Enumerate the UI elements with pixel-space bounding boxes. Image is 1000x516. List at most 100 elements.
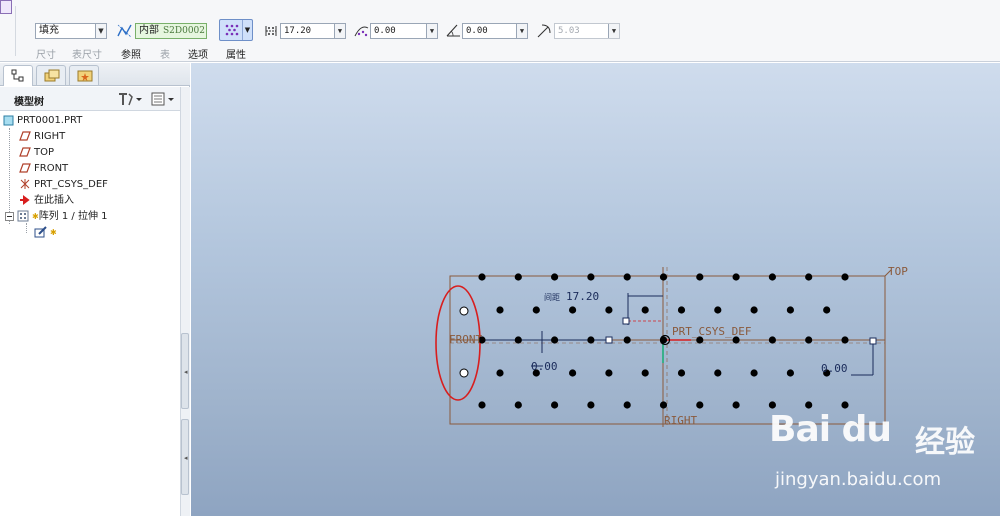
tree-node-front[interactable]: FRONT bbox=[19, 161, 68, 177]
spacing-dimension-text[interactable]: 17.20 bbox=[566, 290, 599, 303]
tree-node-label: PRT0001.PRT bbox=[17, 115, 83, 126]
tab-dimensions[interactable]: 尺寸 bbox=[36, 46, 56, 61]
pattern-boundary bbox=[449, 275, 886, 425]
pattern-point bbox=[659, 336, 668, 344]
tree-node-csys[interactable]: PRT_CSYS_DEF bbox=[19, 177, 108, 193]
model-tree-header: 模型树 bbox=[0, 87, 180, 111]
navigator-panel: 模型树 PRT0001.PRT RIGHT TOP FRONT PRT_CSYS… bbox=[0, 63, 190, 516]
pattern-point bbox=[532, 306, 540, 314]
pattern-point bbox=[768, 273, 777, 281]
pattern-point bbox=[823, 306, 831, 314]
tree-node-right[interactable]: RIGHT bbox=[19, 129, 65, 145]
front-plane-label: FRONT bbox=[449, 333, 482, 346]
offset-left-dimension-text[interactable]: 0.00 bbox=[531, 360, 558, 373]
tab-properties[interactable]: 属性 bbox=[226, 46, 246, 61]
pattern-point bbox=[478, 273, 486, 281]
pattern-point bbox=[551, 336, 559, 344]
reference-chip[interactable]: 内部 S2D0002 bbox=[135, 23, 207, 39]
tree-settings-button[interactable] bbox=[116, 91, 144, 107]
pattern-point bbox=[514, 336, 522, 344]
offset-right-dimension-text[interactable]: 0.00 bbox=[821, 362, 848, 375]
pattern-point bbox=[514, 273, 522, 281]
point-pattern-button[interactable]: ▼ bbox=[219, 19, 253, 41]
pattern-point bbox=[786, 369, 795, 377]
datum-plane-icon bbox=[19, 147, 31, 157]
pattern-icon bbox=[17, 210, 29, 222]
ribbon-separator bbox=[15, 6, 16, 56]
panel-splitter-grip[interactable]: ◂ bbox=[181, 333, 189, 409]
pattern-point bbox=[623, 336, 631, 344]
point-pattern-icon bbox=[225, 24, 239, 36]
grip-arrow-icon: ◂ bbox=[184, 454, 188, 462]
angle-input[interactable]: 0.00 ▼ bbox=[462, 23, 528, 39]
pattern-point bbox=[605, 369, 613, 377]
excluded-pattern-point[interactable] bbox=[459, 368, 469, 378]
tab-table-dimensions[interactable]: 表尺寸 bbox=[72, 46, 102, 61]
tab-model-tree[interactable] bbox=[3, 65, 33, 86]
excluded-pattern-point[interactable] bbox=[459, 306, 469, 316]
pattern-point bbox=[768, 401, 777, 409]
pattern-point bbox=[841, 401, 849, 409]
tree-node-insert-here[interactable]: 在此插入 bbox=[19, 193, 74, 209]
tree-node-top[interactable]: TOP bbox=[19, 145, 54, 161]
tree-node-sketch[interactable]: ✱ bbox=[34, 225, 57, 241]
pattern-point bbox=[750, 306, 758, 314]
pattern-point bbox=[659, 273, 668, 281]
pattern-point bbox=[641, 369, 649, 377]
settings-tools-icon bbox=[119, 93, 142, 106]
chevron-down-icon[interactable]: ▼ bbox=[242, 20, 252, 40]
spacing-icon bbox=[265, 26, 277, 36]
top-plane-label: TOP bbox=[888, 265, 908, 278]
pattern-point bbox=[841, 273, 849, 281]
pattern-points bbox=[459, 273, 849, 409]
pattern-point bbox=[587, 401, 595, 409]
pattern-point bbox=[805, 273, 813, 281]
graphics-window[interactable]: TOP FRONT RIGHT PRT_CSYS_DEF 间距 17.20 0.… bbox=[191, 63, 1000, 516]
tree-node-part[interactable]: PRT0001.PRT bbox=[3, 113, 82, 129]
pattern-point bbox=[714, 369, 722, 377]
panel-splitter-grip[interactable]: ◂ bbox=[181, 419, 189, 495]
pattern-point bbox=[641, 306, 649, 314]
tab-options[interactable]: 选项 bbox=[188, 46, 208, 61]
pattern-point bbox=[587, 273, 595, 281]
tab-references[interactable]: 参照 bbox=[121, 46, 141, 61]
collapse-toggle-icon[interactable] bbox=[5, 211, 14, 221]
new-feature-star-icon: ✱ bbox=[50, 228, 57, 237]
chevron-down-icon[interactable]: ▼ bbox=[95, 24, 106, 38]
pattern-point bbox=[750, 369, 758, 377]
pattern-point bbox=[732, 273, 740, 281]
pattern-point bbox=[696, 273, 704, 281]
drag-handle[interactable] bbox=[605, 336, 613, 344]
pattern-point bbox=[805, 336, 813, 344]
reference-sketch-icon[interactable] bbox=[116, 22, 133, 39]
tree-node-label: RIGHT bbox=[34, 131, 66, 142]
spacing-dim-prefix: 间距 bbox=[544, 293, 560, 302]
grip-arrow-icon: ◂ bbox=[184, 368, 188, 376]
tab-favorites[interactable] bbox=[69, 65, 99, 85]
tab-table[interactable]: 表 bbox=[160, 46, 170, 61]
spacing-input[interactable]: 17.20 ▼ bbox=[280, 23, 346, 39]
pattern-point bbox=[659, 401, 668, 409]
folder-icon bbox=[44, 69, 60, 82]
tree-show-button[interactable] bbox=[150, 91, 178, 107]
model-tree-icon bbox=[11, 69, 24, 82]
tab-folder-browser[interactable] bbox=[36, 65, 66, 85]
offset-input[interactable]: 0.00 ▼ bbox=[370, 23, 438, 39]
pattern-point bbox=[551, 273, 559, 281]
watermark-logo: Bai du bbox=[769, 409, 892, 450]
tree-node-pattern[interactable]: ✱阵列 1 / 拉伸 1 bbox=[5, 209, 108, 225]
reference-chip-code: S2D0002 bbox=[163, 26, 206, 36]
tree-node-label: PRT_CSYS_DEF bbox=[34, 179, 108, 190]
chevron-down-icon[interactable]: ▼ bbox=[426, 24, 437, 38]
pattern-point bbox=[569, 306, 577, 314]
chevron-down-icon[interactable]: ▼ bbox=[516, 24, 527, 38]
fill-type-select[interactable]: 填充 ▼ bbox=[35, 23, 107, 39]
tree-node-label: TOP bbox=[34, 147, 55, 158]
drag-handle[interactable] bbox=[622, 317, 630, 325]
drag-handle[interactable] bbox=[869, 337, 877, 345]
pattern-point bbox=[623, 273, 631, 281]
chevron-down-icon[interactable]: ▼ bbox=[334, 24, 345, 38]
model-tree-title: 模型树 bbox=[14, 97, 44, 108]
pattern-point bbox=[841, 336, 849, 344]
datum-plane-icon bbox=[19, 131, 31, 141]
